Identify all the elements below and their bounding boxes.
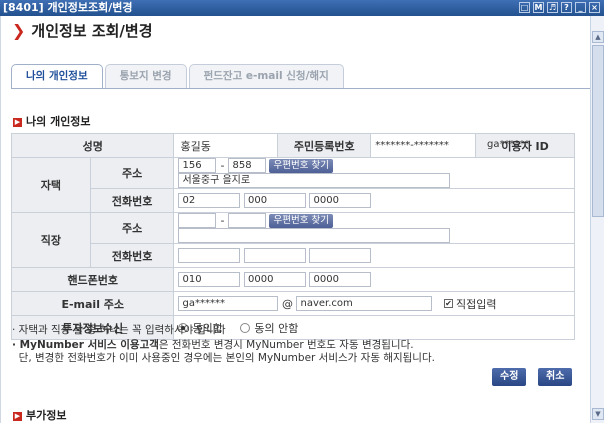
name-value: 홍길동 <box>173 133 279 158</box>
name-label: 성명 <box>10 133 175 158</box>
vertical-scrollbar[interactable]: ▲ ▼ <box>590 16 604 423</box>
help-icon[interactable]: ? <box>561 2 572 13</box>
minimize-icon[interactable]: _ <box>575 2 586 13</box>
home-zip2-input[interactable]: 858 <box>228 158 267 173</box>
email-at-sign: @ <box>281 297 293 310</box>
ssn-label: 주민등록번호 <box>277 133 372 158</box>
userid-value: ga****** <box>487 139 530 150</box>
scroll-thumb[interactable] <box>592 45 604 217</box>
scroll-up-icon[interactable]: ▲ <box>592 31 604 43</box>
window-titlebar: [8401] 개인정보조회/변경 □ M ♬ ? _ × <box>0 0 604 16</box>
home-group-label: 자택 <box>11 157 91 213</box>
arrow-bullet-icon: ▶ <box>13 412 22 421</box>
chevron-right-icon: ❯ <box>12 21 26 40</box>
work-group-label: 직장 <box>11 212 91 268</box>
home-address1-input[interactable]: 서울중구 을지로 <box>178 173 451 188</box>
note-mynumber-detail: 단, 변경한 전화번호가 이미 사용중인 경우에는 본인의 MyNumber 서… <box>12 352 435 364</box>
work-zip2-input[interactable] <box>228 213 267 228</box>
work-zip1-input[interactable] <box>178 213 217 228</box>
home-zip-search-button[interactable]: 우편번호 찾기 <box>269 158 333 173</box>
close-icon[interactable]: × <box>589 2 600 13</box>
scroll-down-icon[interactable]: ▼ <box>592 408 604 420</box>
email-domain-input[interactable]: naver.com <box>296 296 433 311</box>
check-icon[interactable]: ✔ <box>443 299 453 308</box>
m-icon[interactable]: M <box>533 2 544 13</box>
home-phone-label: 전화번호 <box>89 188 175 213</box>
radio-icon[interactable] <box>240 322 251 333</box>
home-zip1-input[interactable]: 156 <box>178 158 217 173</box>
consent-disagree-radio[interactable]: 동의 안함 <box>240 321 298 335</box>
work-phone1-input[interactable] <box>178 248 241 263</box>
email-label: E-mail 주소 <box>10 291 175 316</box>
work-address1-input[interactable] <box>178 228 451 243</box>
home-phone2-input[interactable]: 000 <box>243 193 306 208</box>
mobile3-input[interactable]: 0000 <box>309 272 372 287</box>
work-phone-label: 전화번호 <box>89 243 175 268</box>
home-address-label: 주소 <box>89 157 175 189</box>
modify-button[interactable]: 수정 <box>492 368 527 386</box>
arrow-bullet-icon: ▶ <box>13 118 22 127</box>
home-phone3-input[interactable]: 0000 <box>309 193 372 208</box>
page-title: ❯ 개인정보 조회/변경 <box>12 21 153 40</box>
work-phone2-input[interactable] <box>243 248 306 263</box>
section-header: ▶ 나의 개인정보 <box>13 115 91 128</box>
mobile-label: 핸드폰번호 <box>10 267 175 292</box>
ssn-value: *******-******* <box>370 133 477 158</box>
music-icon[interactable]: ♬ <box>547 2 558 13</box>
note-required: · 자택과 직장 둘 중 하나는 꼭 입력하셔야 합니다 <box>12 324 226 336</box>
mobile1-input[interactable]: 010 <box>178 272 241 287</box>
work-address-label: 주소 <box>89 212 175 244</box>
window-controls: □ M ♬ ? _ × <box>519 2 600 13</box>
section2-header: ▶ 부가정보 <box>13 409 67 422</box>
direct-input-checkbox[interactable]: ✔ 직접입력 <box>443 297 497 311</box>
work-zip-search-button[interactable]: 우편번호 찾기 <box>269 213 333 228</box>
tab-bar: 나의 개인정보 통보지 변경 펀드잔고 e-mail 신청/해지 <box>11 64 346 89</box>
email-id-input[interactable]: ga****** <box>178 296 279 311</box>
personal-info-table: 성명 홍길동 주민등록번호 *******-******* 이용자 ID 자택 … <box>10 133 575 340</box>
home-address-cell: 156-858 우편번호 찾기서울중구 을지로 <box>173 157 575 189</box>
tab-my-info[interactable]: 나의 개인정보 <box>11 64 103 89</box>
tab-divider <box>11 88 590 89</box>
work-phone3-input[interactable] <box>309 248 372 263</box>
mobile2-input[interactable]: 0000 <box>243 272 306 287</box>
home-phone1-input[interactable]: 02 <box>178 193 241 208</box>
window-title: [8401] 개인정보조회/변경 <box>3 1 133 14</box>
tab-notice-address[interactable]: 통보지 변경 <box>104 64 187 88</box>
direct-input-label: 직접입력 <box>455 297 497 311</box>
tab-fund-email[interactable]: 펀드잔고 e-mail 신청/해지 <box>188 64 344 88</box>
cancel-button[interactable]: 취소 <box>538 368 573 386</box>
restore-icon[interactable]: □ <box>519 2 530 13</box>
